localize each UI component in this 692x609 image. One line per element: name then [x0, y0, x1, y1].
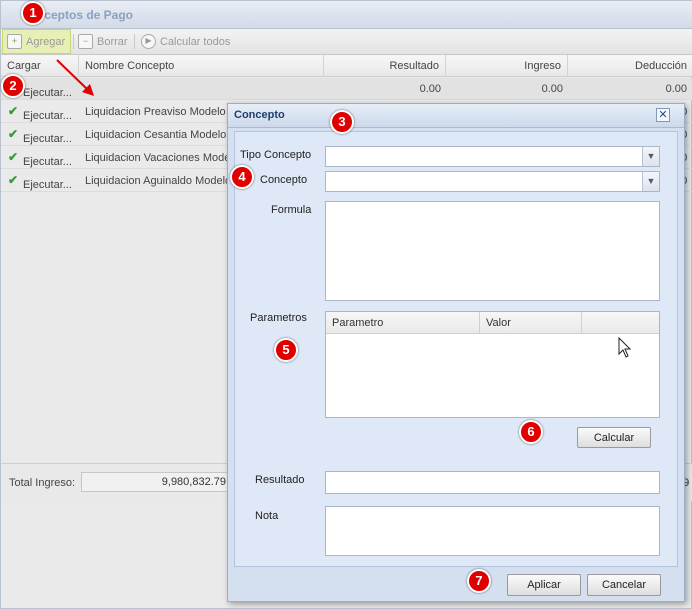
callout-2: 2	[1, 74, 25, 98]
callout-3: 3	[330, 110, 354, 134]
callout-1: 1	[21, 1, 45, 25]
callout-6: 6	[519, 420, 543, 444]
callout-7: 7	[467, 569, 491, 593]
callout-4: 4	[230, 165, 254, 189]
callout-5: 5	[274, 338, 298, 362]
annotation-arrow	[56, 59, 94, 96]
